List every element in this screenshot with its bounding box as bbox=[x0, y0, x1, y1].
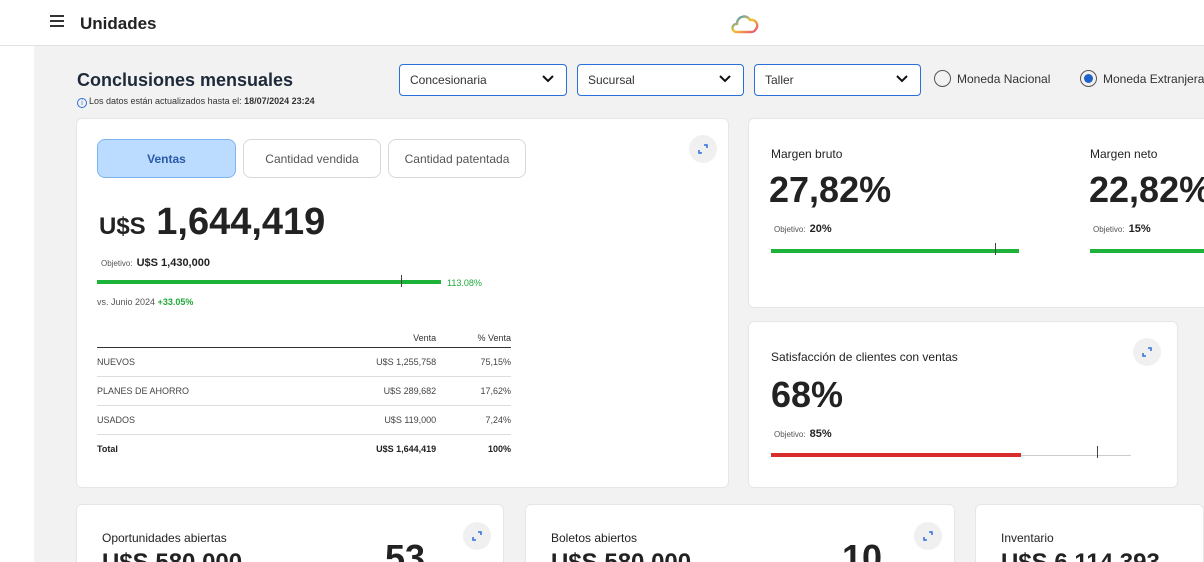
satisfaction-objective-marker bbox=[1097, 446, 1098, 458]
sales-breakdown-table: Venta % Venta NUEVOS U$S 1,255,758 75,15… bbox=[97, 329, 511, 463]
margen-neto-objective: Objetivo: 15% bbox=[1093, 223, 1151, 235]
total-name: Total bbox=[97, 443, 118, 454]
satisfaction-objective: Objetivo: 85% bbox=[774, 428, 832, 440]
radio-unchecked-icon bbox=[934, 70, 951, 87]
row-pct: 7,24% bbox=[436, 405, 511, 435]
tab-ventas[interactable]: Ventas bbox=[97, 139, 236, 178]
expand-icon[interactable] bbox=[914, 522, 942, 550]
row-name: USADOS bbox=[97, 405, 303, 435]
table-row: NUEVOS U$S 1,255,758 75,15% bbox=[97, 347, 511, 377]
margen-neto-value: 22,82% bbox=[1089, 169, 1204, 210]
satisfaction-progress-fill bbox=[771, 453, 1021, 457]
margen-bruto-value: 27,82% bbox=[769, 169, 892, 210]
total-venta: U$S 1,644,419 bbox=[376, 443, 437, 454]
moneda-extranjera-radio[interactable]: Moneda Extranjera bbox=[1080, 70, 1204, 87]
oportunidades-count: 53 bbox=[385, 537, 426, 562]
sales-objective: Objetivo: U$S 1,430,000 bbox=[101, 257, 210, 269]
margen-bruto-objective-marker bbox=[995, 243, 996, 255]
table-row: USADOS U$S 119,000 7,24% bbox=[97, 405, 511, 435]
sales-card: Ventas Cantidad vendida Cantidad patenta… bbox=[76, 118, 729, 488]
margins-card: Margen bruto 27,82% Objetivo: 20% Margen … bbox=[748, 118, 1204, 308]
total-pct: 100% bbox=[487, 443, 511, 454]
margen-bruto-objective: Objetivo: 20% bbox=[774, 223, 832, 235]
tab-cantidad-patentada[interactable]: Cantidad patentada bbox=[388, 139, 526, 178]
sales-comparison: vs. Junio 2024 +33.05% bbox=[97, 297, 194, 307]
table-row: PLANES DE AHORRO U$S 289,682 17,62% bbox=[97, 376, 511, 406]
oportunidades-card: Oportunidades abiertas U$S 580,000 53 bbox=[76, 504, 504, 562]
boletos-title: Boletos abiertos bbox=[551, 531, 638, 545]
expand-icon[interactable] bbox=[689, 135, 717, 163]
taller-select[interactable]: Taller bbox=[754, 64, 921, 96]
moneda-nacional-radio[interactable]: Moneda Nacional bbox=[934, 70, 1050, 87]
row-venta: U$S 119,000 bbox=[302, 405, 437, 435]
sales-objective-marker bbox=[401, 275, 402, 287]
satisfaction-label: Satisfacción de clientes con ventas bbox=[771, 350, 958, 364]
row-name: NUEVOS bbox=[97, 347, 303, 377]
inventario-title: Inventario bbox=[1001, 531, 1054, 545]
margen-neto-progress-fill bbox=[1090, 249, 1204, 253]
column-header-pct: % Venta bbox=[436, 329, 511, 348]
app-title: Unidades bbox=[80, 14, 157, 33]
chevron-down-icon bbox=[542, 75, 554, 83]
oportunidades-value: U$S 580,000 bbox=[102, 549, 242, 562]
margen-bruto-progress-fill bbox=[771, 249, 1019, 253]
radio-checked-icon bbox=[1080, 70, 1097, 87]
row-pct: 17,62% bbox=[436, 376, 511, 406]
table-header-row: Venta % Venta bbox=[97, 329, 511, 348]
margen-neto-label: Margen neto bbox=[1090, 147, 1158, 161]
column-header-venta: Venta bbox=[302, 329, 437, 348]
main-content: Conclusiones mensuales i Los datos están … bbox=[34, 46, 1204, 562]
boletos-card: Boletos abiertos U$S 580,000 10 bbox=[525, 504, 955, 562]
row-venta: U$S 1,255,758 bbox=[302, 347, 437, 377]
menu-icon[interactable] bbox=[50, 15, 64, 29]
tab-cantidad-vendida[interactable]: Cantidad vendida bbox=[243, 139, 381, 178]
sales-progress-label: 113.08% bbox=[447, 278, 482, 288]
expand-icon[interactable] bbox=[1133, 338, 1161, 366]
margen-bruto-label: Margen bruto bbox=[771, 147, 843, 161]
section-title: Conclusiones mensuales bbox=[77, 70, 294, 90]
info-icon: i bbox=[77, 98, 87, 108]
sucursal-select[interactable]: Sucursal bbox=[577, 64, 744, 96]
satisfaction-card: Satisfacción de clientes con ventas 68% … bbox=[748, 321, 1178, 488]
top-bar: Unidades bbox=[0, 0, 1204, 46]
row-name: PLANES DE AHORRO bbox=[97, 376, 303, 406]
boletos-value: U$S 580,000 bbox=[551, 549, 691, 562]
inventario-value: U$S 6,114,393 bbox=[1001, 549, 1160, 562]
sales-progress-fill bbox=[97, 280, 441, 284]
expand-icon[interactable] bbox=[463, 522, 491, 550]
boletos-count: 10 bbox=[842, 537, 883, 562]
row-venta: U$S 289,682 bbox=[302, 376, 437, 406]
row-pct: 75,15% bbox=[436, 347, 511, 377]
sales-total-value: U$S 1,644,419 bbox=[99, 201, 326, 243]
chevron-down-icon bbox=[719, 75, 731, 83]
chevron-down-icon bbox=[896, 75, 908, 83]
concesionaria-select[interactable]: Concesionaria bbox=[399, 64, 567, 96]
update-note: i Los datos están actualizados hasta el: … bbox=[77, 96, 315, 108]
inventario-card: Inventario U$S 6,114,393 bbox=[975, 504, 1204, 562]
satisfaction-value: 68% bbox=[771, 374, 844, 415]
table-total-row: Total U$S 1,644,419 100% bbox=[97, 434, 511, 463]
oportunidades-title: Oportunidades abiertas bbox=[102, 531, 227, 545]
cloud-logo-icon bbox=[731, 15, 759, 34]
